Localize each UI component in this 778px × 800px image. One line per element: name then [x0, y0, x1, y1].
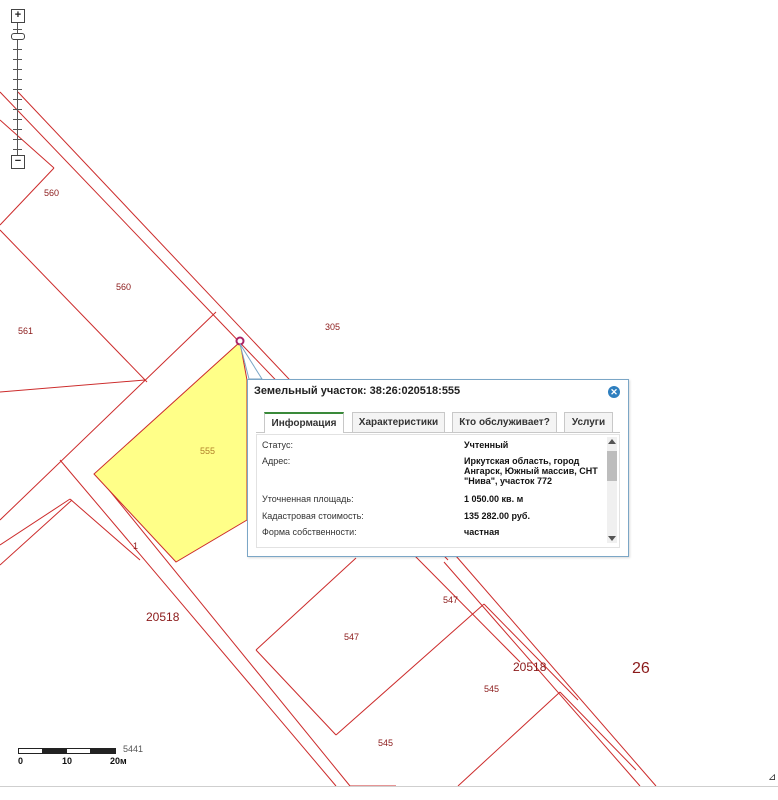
tab-characteristics[interactable]: Характеристики: [352, 412, 445, 432]
scroll-down-icon[interactable]: [608, 536, 616, 541]
close-icon[interactable]: ✕: [608, 386, 620, 398]
scale-extra-label: 5441: [123, 744, 144, 754]
info-value: 135 282.00 руб.: [464, 511, 530, 521]
info-key: Форма собственности:: [262, 527, 357, 537]
zoom-control: + −: [10, 9, 26, 171]
plot-label-547a: 547: [443, 595, 458, 605]
plot-label-545a: 545: [484, 684, 499, 694]
scale-label-0: 0: [18, 756, 24, 766]
info-value: Учтенный: [464, 440, 509, 450]
plot-label-560b: 560: [116, 282, 131, 292]
scroll-up-icon[interactable]: [608, 439, 616, 444]
resize-corner-icon[interactable]: ⊿: [768, 772, 776, 783]
tab-info[interactable]: Информация: [264, 412, 344, 433]
map-bottom-border: [0, 786, 778, 787]
selected-plot-555[interactable]: [93, 341, 248, 563]
popup-tabs: Информация Характеристики Кто обслуживае…: [256, 410, 620, 433]
district-label-26: 26: [632, 660, 650, 677]
plot-label-561: 561: [18, 326, 33, 336]
info-scrollbar[interactable]: [607, 437, 617, 543]
info-value: Иркутская область, город Ангарск, Южный …: [464, 456, 598, 486]
plot-label-1: 1: [133, 541, 138, 551]
plot-info-popup: Земельный участок: 38:26:020518:555 ✕ Ин…: [247, 379, 629, 557]
plot-label-555: 555: [200, 446, 215, 456]
plot-label-547b: 547: [344, 632, 359, 642]
info-value: 1 050.00 кв. м: [464, 494, 524, 504]
info-key: Статус:: [262, 440, 293, 450]
popup-title: Земельный участок: 38:26:020518:555: [254, 385, 461, 397]
plot-label-545b: 545: [378, 738, 393, 748]
tab-who-serves[interactable]: Кто обслуживает?: [452, 412, 557, 432]
tab-services[interactable]: Услуги: [564, 412, 613, 432]
info-key: Адрес:: [262, 456, 291, 466]
scale-label-20: 20м: [110, 756, 127, 766]
zoom-out-button[interactable]: −: [11, 155, 25, 169]
quarter-label-20518a: 20518: [146, 610, 180, 624]
zoom-slider-thumb[interactable]: [11, 33, 25, 40]
plot-label-305: 305: [325, 322, 340, 332]
info-value: частная: [464, 527, 500, 537]
plot-marker-icon[interactable]: [235, 336, 245, 346]
info-panel[interactable]: Статус: Учтенный Адрес: Иркутская област…: [256, 434, 620, 548]
scale-label-10: 10: [62, 756, 73, 766]
info-key: Кадастровая стоимость:: [262, 511, 364, 521]
scroll-thumb[interactable]: [607, 451, 617, 481]
plot-label-560a: 560: [44, 188, 59, 198]
zoom-in-button[interactable]: +: [11, 9, 25, 23]
quarter-label-20518b: 20518: [513, 660, 547, 674]
info-key: Уточненная площадь:: [262, 494, 354, 504]
